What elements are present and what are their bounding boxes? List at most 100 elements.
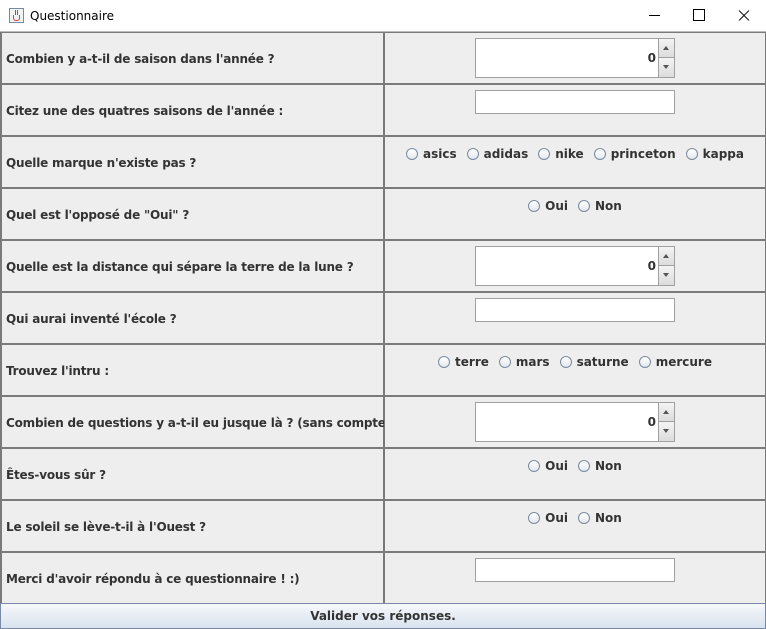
question-label-cell: Êtes-vous sûr ?	[0, 448, 384, 500]
answer-cell	[384, 292, 766, 344]
radio-option[interactable]: Oui	[528, 199, 568, 213]
question-row: Quel est l'opposé de "Oui" ? Oui Non	[0, 188, 766, 240]
question-row: Combien y a-t-il de saison dans l'année …	[0, 32, 766, 84]
radio-option[interactable]: adidas	[466, 147, 529, 161]
question-label: Quelle est la distance qui sépare la ter…	[6, 260, 354, 274]
radio-group: asics adidas nike princeton kappa	[385, 147, 765, 161]
radio-option-label: Oui	[545, 459, 568, 473]
radio-button-icon[interactable]	[528, 512, 541, 524]
radio-button-icon[interactable]	[685, 148, 698, 160]
questionnaire-form: Combien y a-t-il de saison dans l'année …	[0, 31, 766, 604]
radio-button-icon[interactable]	[466, 148, 479, 160]
radio-option[interactable]: Non	[578, 459, 622, 473]
radio-option[interactable]: Oui	[528, 511, 568, 525]
radio-option-label: mercure	[655, 355, 712, 369]
maximize-button[interactable]	[676, 0, 722, 31]
answer-cell: Oui Non	[384, 188, 766, 240]
radio-group: Oui Non	[385, 199, 765, 213]
radio-option[interactable]: mercure	[638, 355, 712, 369]
answer-text-field[interactable]	[475, 90, 675, 114]
radio-group: Oui Non	[385, 459, 765, 473]
radio-option[interactable]: saturne	[559, 355, 629, 369]
radio-option-label: Non	[595, 199, 622, 213]
radio-button-icon[interactable]	[578, 460, 590, 472]
radio-button-icon[interactable]	[559, 356, 572, 368]
number-spinner[interactable]: 0	[475, 402, 675, 442]
radio-option[interactable]: terre	[438, 355, 489, 369]
question-label: Qui aurai inventé l'école ?	[6, 312, 177, 326]
radio-button-icon[interactable]	[638, 356, 651, 368]
question-label-cell: Qui aurai inventé l'école ?	[0, 292, 384, 344]
radio-option-label: kappa	[702, 147, 744, 161]
question-label-cell: Quelle marque n'existe pas ?	[0, 136, 384, 188]
radio-button-icon[interactable]	[405, 148, 418, 160]
question-label: Quelle marque n'existe pas ?	[6, 156, 197, 170]
radio-option[interactable]: nike	[538, 147, 584, 161]
radio-option-label: adidas	[483, 147, 529, 161]
radio-button-icon[interactable]	[438, 356, 451, 368]
question-label-cell: Combien y a-t-il de saison dans l'année …	[0, 32, 384, 84]
radio-option-label: Oui	[545, 199, 568, 213]
spinner-down-arrow-icon[interactable]	[658, 266, 674, 285]
radio-button-icon[interactable]	[528, 460, 541, 472]
radio-option-label: Non	[595, 459, 622, 473]
spinner-value: 0	[647, 415, 656, 429]
question-row: Quelle marque n'existe pas ? asics adidas n…	[0, 136, 766, 188]
question-label-cell: Citez une des quatres saisons de l'année…	[0, 84, 384, 136]
answer-text-field[interactable]	[475, 558, 675, 582]
question-row: Merci d'avoir répondu à ce questionnaire…	[0, 552, 766, 604]
question-label-cell: Trouvez l'intru :	[0, 344, 384, 396]
radio-button-icon[interactable]	[498, 356, 511, 368]
radio-option-label: princeton	[610, 147, 676, 161]
spinner-up-arrow-icon[interactable]	[658, 39, 674, 58]
radio-group: Oui Non	[385, 511, 765, 525]
window-title: Questionnaire	[30, 9, 115, 23]
answer-text-field[interactable]	[475, 298, 675, 322]
question-label: Trouvez l'intru :	[6, 364, 109, 378]
radio-button-icon[interactable]	[578, 200, 590, 212]
question-row: Quelle est la distance qui sépare la ter…	[0, 240, 766, 292]
question-label: Le soleil se lève-t-il à l'Ouest ?	[6, 520, 206, 534]
radio-option[interactable]: Non	[578, 199, 622, 213]
radio-button-icon[interactable]	[528, 200, 541, 212]
radio-option[interactable]: Oui	[528, 459, 568, 473]
radio-option-label: terre	[455, 355, 489, 369]
radio-option[interactable]: asics	[405, 147, 457, 161]
radio-button-icon[interactable]	[578, 512, 590, 524]
minimize-button[interactable]	[632, 0, 678, 31]
number-spinner[interactable]: 0	[475, 38, 675, 78]
question-row: Combien de questions y a-t-il eu jusque …	[0, 396, 766, 448]
radio-button-icon[interactable]	[538, 148, 551, 160]
radio-option[interactable]: princeton	[593, 147, 676, 161]
question-row: Trouvez l'intru : terre mars saturne mercure	[0, 344, 766, 396]
answer-cell	[384, 552, 766, 604]
question-label: Citez une des quatres saisons de l'année…	[6, 104, 284, 118]
spinner-down-arrow-icon[interactable]	[658, 422, 674, 441]
question-label: Quel est l'opposé de "Oui" ?	[6, 208, 190, 222]
close-button[interactable]	[720, 0, 766, 31]
java-app-icon	[9, 8, 24, 23]
radio-option[interactable]: mars	[498, 355, 550, 369]
submit-button[interactable]: Valider vos réponses.	[0, 603, 766, 629]
question-label-cell: Merci d'avoir répondu à ce questionnaire…	[0, 552, 384, 604]
spinner-value: 0	[647, 51, 656, 65]
radio-option[interactable]: Non	[578, 511, 622, 525]
answer-cell	[384, 84, 766, 136]
question-row: Êtes-vous sûr ? Oui Non	[0, 448, 766, 500]
number-spinner[interactable]: 0	[475, 246, 675, 286]
spinner-up-arrow-icon[interactable]	[658, 403, 674, 422]
answer-cell: 0	[384, 32, 766, 84]
radio-button-icon[interactable]	[593, 148, 606, 160]
spinner-down-arrow-icon[interactable]	[658, 58, 674, 77]
question-label: Combien de questions y a-t-il eu jusque …	[6, 416, 447, 430]
question-label: Combien y a-t-il de saison dans l'année …	[6, 52, 275, 66]
title-bar: Questionnaire	[0, 0, 766, 31]
answer-cell: Oui Non	[384, 500, 766, 552]
question-label-cell: Combien de questions y a-t-il eu jusque …	[0, 396, 447, 448]
radio-option-label: asics	[422, 147, 457, 161]
spinner-up-arrow-icon[interactable]	[658, 247, 674, 266]
spinner-value: 0	[647, 259, 656, 273]
answer-cell: terre mars saturne mercure	[384, 344, 766, 396]
question-label: Êtes-vous sûr ?	[6, 468, 106, 482]
radio-option[interactable]: kappa	[685, 147, 744, 161]
